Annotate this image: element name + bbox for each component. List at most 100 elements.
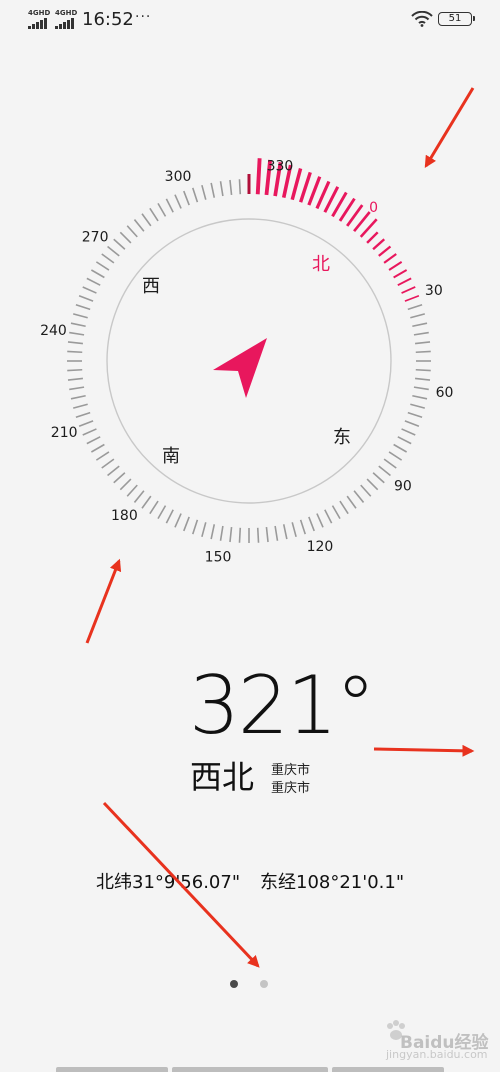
battery-icon: 51 bbox=[438, 12, 475, 26]
compass-tick bbox=[282, 524, 288, 540]
compass-tick bbox=[183, 516, 190, 532]
compass-tick bbox=[366, 231, 379, 244]
compass-tick bbox=[346, 495, 357, 509]
compass-tick bbox=[157, 505, 167, 520]
compass-tick bbox=[366, 478, 379, 491]
compass-tick bbox=[82, 286, 97, 294]
network-type-label: 4GHD bbox=[28, 9, 51, 17]
compass-tick bbox=[413, 331, 429, 336]
compass-tick bbox=[308, 516, 315, 532]
degree-label: 60 bbox=[436, 385, 454, 401]
compass-tick bbox=[90, 269, 105, 279]
compass-tick bbox=[133, 490, 145, 503]
compass-tick bbox=[331, 505, 341, 520]
compass-tick bbox=[149, 207, 159, 222]
compass-tick bbox=[191, 187, 199, 203]
compass-tick bbox=[353, 490, 365, 503]
compass-tick bbox=[378, 465, 391, 477]
watermark-url: jingyan.baidu.com bbox=[386, 1048, 488, 1061]
compass-tick bbox=[290, 168, 303, 201]
compass-tick bbox=[256, 527, 260, 543]
degree-label: 0 bbox=[369, 200, 378, 216]
compass-tick bbox=[149, 500, 159, 515]
compass-tick bbox=[412, 322, 428, 328]
degree-label: 330 bbox=[267, 158, 294, 174]
compass-tick bbox=[401, 286, 416, 294]
nav-bar-segment bbox=[332, 1067, 444, 1072]
compass-tick bbox=[126, 484, 138, 497]
compass-tick bbox=[157, 202, 167, 217]
compass-tick bbox=[316, 513, 324, 528]
compass-tick bbox=[69, 331, 85, 336]
cardinal-south: 南 bbox=[162, 446, 180, 467]
cardinal-north: 北 bbox=[312, 254, 330, 275]
compass-tick bbox=[307, 176, 322, 206]
compass-tick bbox=[95, 451, 110, 461]
nav-bar-segment bbox=[56, 1067, 168, 1072]
degree-label: 30 bbox=[425, 283, 443, 299]
compass-needle-icon bbox=[213, 338, 267, 398]
compass-tick bbox=[86, 436, 101, 445]
compass-tick bbox=[372, 238, 386, 251]
compass-tick bbox=[67, 377, 83, 381]
annotation-arrow-right bbox=[373, 744, 475, 757]
compass-tick bbox=[107, 465, 120, 477]
degree-label: 240 bbox=[40, 323, 67, 339]
compass-tick bbox=[67, 368, 83, 372]
compass-tick bbox=[413, 386, 429, 391]
latitude-text: 北纬31°9'56.07" bbox=[96, 872, 241, 893]
compass-tick bbox=[191, 519, 199, 535]
status-bar: 4GHD 4GHD 16:52 ··· 51 bbox=[0, 0, 500, 40]
compass-tick bbox=[107, 245, 120, 257]
compass-tick bbox=[360, 484, 372, 497]
compass-tick bbox=[401, 428, 416, 436]
page-indicator-dot-2[interactable] bbox=[260, 980, 268, 988]
compass-tick bbox=[397, 436, 412, 445]
wifi-icon bbox=[411, 11, 433, 27]
degree-label: 300 bbox=[165, 169, 192, 185]
compass-tick bbox=[324, 509, 333, 524]
compass-tick bbox=[393, 269, 408, 279]
compass-tick bbox=[383, 458, 397, 469]
compass-tick bbox=[174, 513, 182, 528]
compass-tick bbox=[86, 277, 101, 286]
compass-tick bbox=[404, 420, 420, 427]
compass-tick bbox=[415, 368, 431, 372]
compass-tick bbox=[101, 253, 115, 264]
compass-tick bbox=[415, 377, 431, 381]
compass-tick bbox=[383, 253, 397, 264]
degree-label: 120 bbox=[307, 539, 334, 555]
compass-dial[interactable]: 0 30 60 90 120 150 180 210 240 270 300 330 北 西 南 东 bbox=[0, 150, 500, 580]
compass-tick bbox=[229, 527, 233, 543]
degree-label: 210 bbox=[51, 425, 78, 441]
signal-icon-sim1: 4GHD bbox=[28, 9, 51, 29]
city-label: 重庆市 bbox=[271, 763, 311, 778]
compass-tick bbox=[265, 527, 269, 543]
compass-tick bbox=[126, 225, 138, 238]
compass-tick bbox=[113, 238, 126, 250]
page-indicator-dot-1[interactable] bbox=[230, 980, 238, 988]
compass-tick bbox=[119, 231, 132, 244]
compass-tick bbox=[415, 350, 431, 354]
compass-tick bbox=[274, 525, 279, 541]
compass-tick bbox=[298, 171, 312, 203]
compass-tick bbox=[201, 184, 207, 200]
compass-tick bbox=[219, 181, 224, 197]
compass-tick bbox=[238, 527, 242, 543]
compass-tick bbox=[78, 420, 94, 427]
compass-tick bbox=[70, 394, 86, 400]
compass-tick bbox=[412, 394, 428, 400]
compass-tick bbox=[72, 313, 88, 319]
compass-tick bbox=[404, 295, 420, 302]
compass-tick bbox=[229, 179, 233, 195]
direction-label: 西北 bbox=[190, 758, 255, 796]
compass-tick bbox=[372, 472, 385, 484]
compass-tick bbox=[219, 525, 224, 541]
compass-tick bbox=[69, 386, 85, 391]
compass-tick bbox=[397, 277, 412, 287]
compass-tick bbox=[90, 443, 105, 453]
degree-label: 90 bbox=[394, 479, 412, 495]
compass-tick bbox=[72, 403, 88, 409]
compass-tick bbox=[141, 495, 152, 509]
compass-tick bbox=[165, 509, 174, 524]
